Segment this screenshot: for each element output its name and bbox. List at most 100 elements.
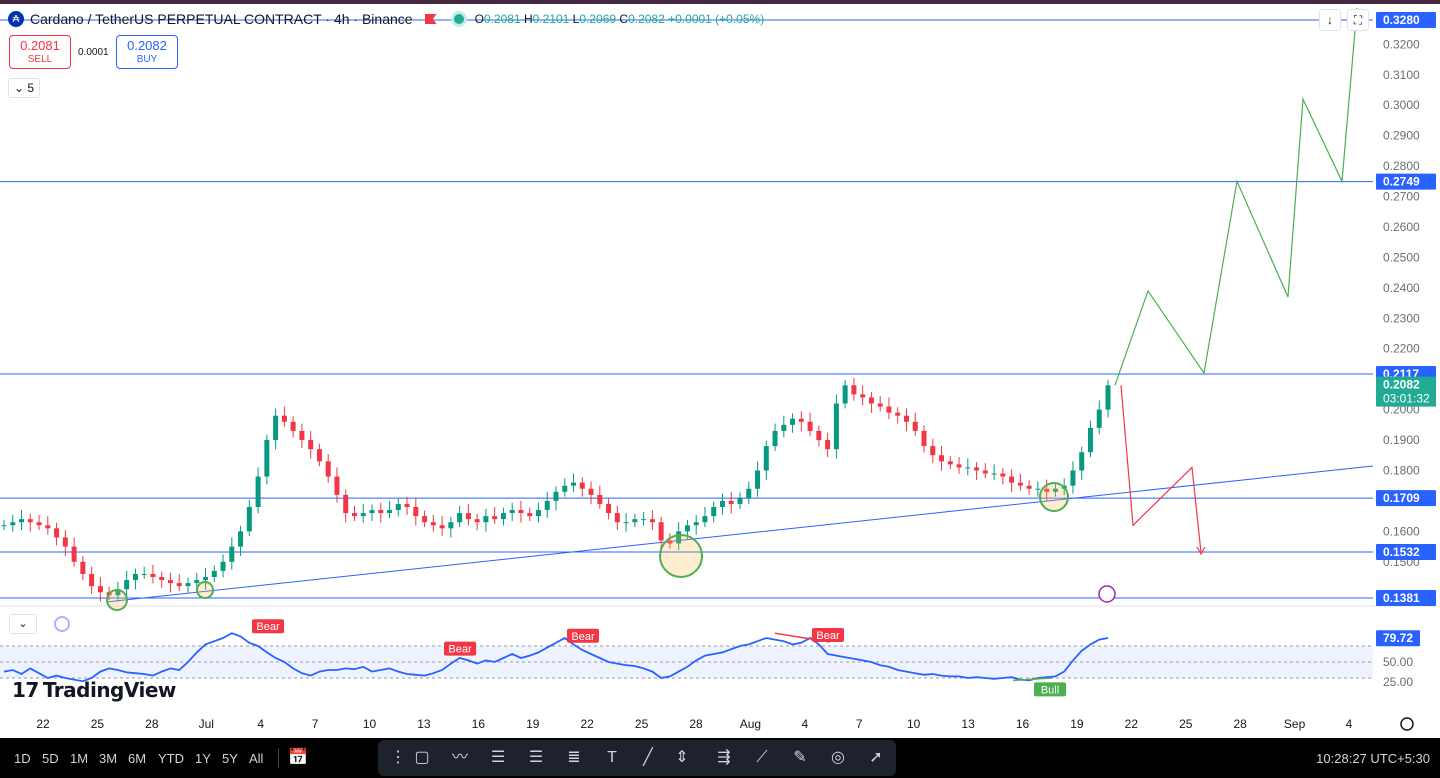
candle-body bbox=[334, 476, 340, 495]
candle-body bbox=[974, 467, 980, 471]
time-axis-label: 10 bbox=[907, 717, 921, 731]
candle-body bbox=[387, 510, 393, 514]
rsi-collapse-button[interactable]: ⌄ bbox=[9, 614, 37, 634]
drag-handle-icon[interactable]: ⋮ bbox=[386, 747, 410, 769]
price-tick-label: 0.3000 bbox=[1383, 98, 1420, 112]
time-axis-label: 13 bbox=[961, 717, 975, 731]
candle-body bbox=[10, 522, 16, 526]
sell-button[interactable]: 0.2081 SELL bbox=[9, 35, 71, 69]
price-tick-label: 0.2800 bbox=[1383, 159, 1420, 173]
projection-icon[interactable]: ⇶ bbox=[712, 747, 736, 769]
candle-body bbox=[97, 586, 103, 593]
price-chart-canvas[interactable]: 0.3200 0.3100 0.3000 0.2900 0.2800 0.2700 0.26… bbox=[0, 4, 1440, 738]
long-position-icon[interactable]: ☰ bbox=[486, 747, 510, 769]
chart-settings-icon bbox=[1400, 717, 1414, 731]
candle-body bbox=[684, 525, 690, 532]
symbol-legend: ₳ Cardano / TetherUS PERPETUAL CONTRACT … bbox=[8, 11, 764, 27]
time-axis-label: 7 bbox=[856, 717, 863, 731]
time-axis-label: Jul bbox=[199, 717, 214, 731]
timeframe-button[interactable]: 1Y bbox=[195, 751, 211, 766]
pivot-highlight-circle bbox=[659, 534, 703, 578]
indicators-toggle-button[interactable]: ⌄ 5 bbox=[8, 78, 41, 98]
magnet-icon[interactable]: ◎ bbox=[826, 747, 850, 769]
maximize-icon[interactable]: ⛶ bbox=[1347, 9, 1369, 31]
price-range-icon[interactable]: ⇕ bbox=[670, 747, 694, 769]
fib-retracement-icon[interactable]: ≣ bbox=[562, 747, 586, 769]
candle-body bbox=[273, 415, 279, 441]
time-axis-label: 16 bbox=[1016, 717, 1030, 731]
sell-label: SELL bbox=[27, 54, 53, 65]
tradingview-mark-icon: 17 bbox=[12, 678, 39, 702]
candle-body bbox=[816, 430, 822, 441]
time-axis-label: 22 bbox=[1125, 717, 1139, 731]
candle-body bbox=[62, 537, 68, 547]
price-level-badge-text: 0.3280 bbox=[1383, 13, 1420, 27]
candle-body bbox=[1096, 409, 1102, 428]
flag-icon[interactable] bbox=[424, 14, 437, 24]
time-axis-label: 13 bbox=[417, 717, 431, 731]
candle-body bbox=[571, 482, 577, 486]
short-position-icon[interactable]: ☰ bbox=[524, 747, 548, 769]
timeframe-button[interactable]: 1D bbox=[14, 751, 31, 766]
brush-tool-icon[interactable]: ✎ bbox=[788, 747, 812, 769]
candle-body bbox=[921, 430, 927, 447]
candle-body bbox=[807, 421, 813, 431]
time-axis-label: 7 bbox=[312, 717, 319, 731]
candle-body bbox=[132, 573, 138, 581]
candle-body bbox=[430, 522, 436, 526]
candle-body bbox=[851, 385, 857, 395]
text-tool-icon[interactable]: T bbox=[600, 747, 624, 769]
candle-body bbox=[728, 500, 734, 504]
time-axis-label: 22 bbox=[36, 717, 50, 731]
time-axis-label: Aug bbox=[740, 717, 761, 731]
candle-body bbox=[860, 394, 866, 398]
candle-body bbox=[939, 455, 945, 462]
timeframe-button[interactable]: 3M bbox=[99, 751, 117, 766]
rsi-settings-icon[interactable] bbox=[54, 616, 70, 632]
timeframe-button[interactable]: All bbox=[249, 751, 263, 766]
time-axis-label: 16 bbox=[472, 717, 486, 731]
candle-body bbox=[404, 503, 410, 507]
timeframe-button[interactable]: 5Y bbox=[222, 751, 238, 766]
candle-body bbox=[991, 473, 997, 475]
divergence-label-text: Bear bbox=[448, 644, 472, 656]
candle-body bbox=[588, 488, 594, 495]
candle-body bbox=[1070, 470, 1076, 486]
timeframe-button[interactable]: 1M bbox=[70, 751, 88, 766]
countdown-text: 03:01:32 bbox=[1383, 392, 1430, 406]
scroll-down-icon[interactable]: ↓ bbox=[1319, 9, 1341, 31]
clock-timezone[interactable]: 10:28:27 UTC+5:30 bbox=[1316, 751, 1430, 766]
path-tool-icon[interactable]: 〰 bbox=[448, 747, 472, 769]
candle-body bbox=[755, 470, 761, 489]
time-axis-label: 25 bbox=[91, 717, 105, 731]
candle-body bbox=[316, 449, 322, 462]
rectangle-tool-icon[interactable]: ▢ bbox=[410, 747, 434, 769]
candle-body bbox=[772, 430, 778, 447]
symbol-title[interactable]: Cardano / TetherUS PERPETUAL CONTRACT · … bbox=[30, 11, 413, 27]
candle-body bbox=[614, 513, 620, 523]
timeframe-button[interactable]: YTD bbox=[158, 751, 184, 766]
arrow-tool-icon[interactable]: ➚ bbox=[864, 747, 888, 769]
tradingview-logo[interactable]: 17 TradingView bbox=[12, 678, 176, 702]
ohlc-values: O0.2081 H0.2101 L0.2069 C0.2082 +0.0001 … bbox=[474, 12, 765, 26]
candle-body bbox=[80, 561, 86, 574]
candle-body bbox=[868, 397, 874, 404]
price-tick-label: 0.2500 bbox=[1383, 250, 1420, 264]
candle-body bbox=[439, 525, 445, 529]
candle-body bbox=[518, 510, 524, 514]
timeframe-button[interactable]: 6M bbox=[128, 751, 146, 766]
candle-body bbox=[238, 531, 244, 547]
buy-button[interactable]: 0.2082 BUY bbox=[116, 35, 178, 69]
trend-line-icon[interactable]: ╱ bbox=[636, 747, 660, 769]
candle-body bbox=[711, 506, 717, 517]
candle-body bbox=[395, 503, 401, 511]
pattern-tool-icon[interactable]: ⟋ bbox=[750, 747, 774, 769]
date-range-icon[interactable]: 📅 bbox=[286, 747, 310, 769]
candle-body bbox=[702, 516, 708, 523]
timeframe-button[interactable]: 5D bbox=[42, 751, 59, 766]
bottom-toolbar: 1D 5D 1M 3M 6M YTD 1Y 5Y All 📅 ⋮ ▢ 〰 ☰ ☰ ≣ T ╱ ⇕… bbox=[0, 738, 1440, 778]
sell-price: 0.2081 bbox=[20, 38, 60, 53]
candle-body bbox=[448, 522, 454, 529]
candle-body bbox=[527, 513, 533, 517]
candle-body bbox=[71, 546, 77, 562]
